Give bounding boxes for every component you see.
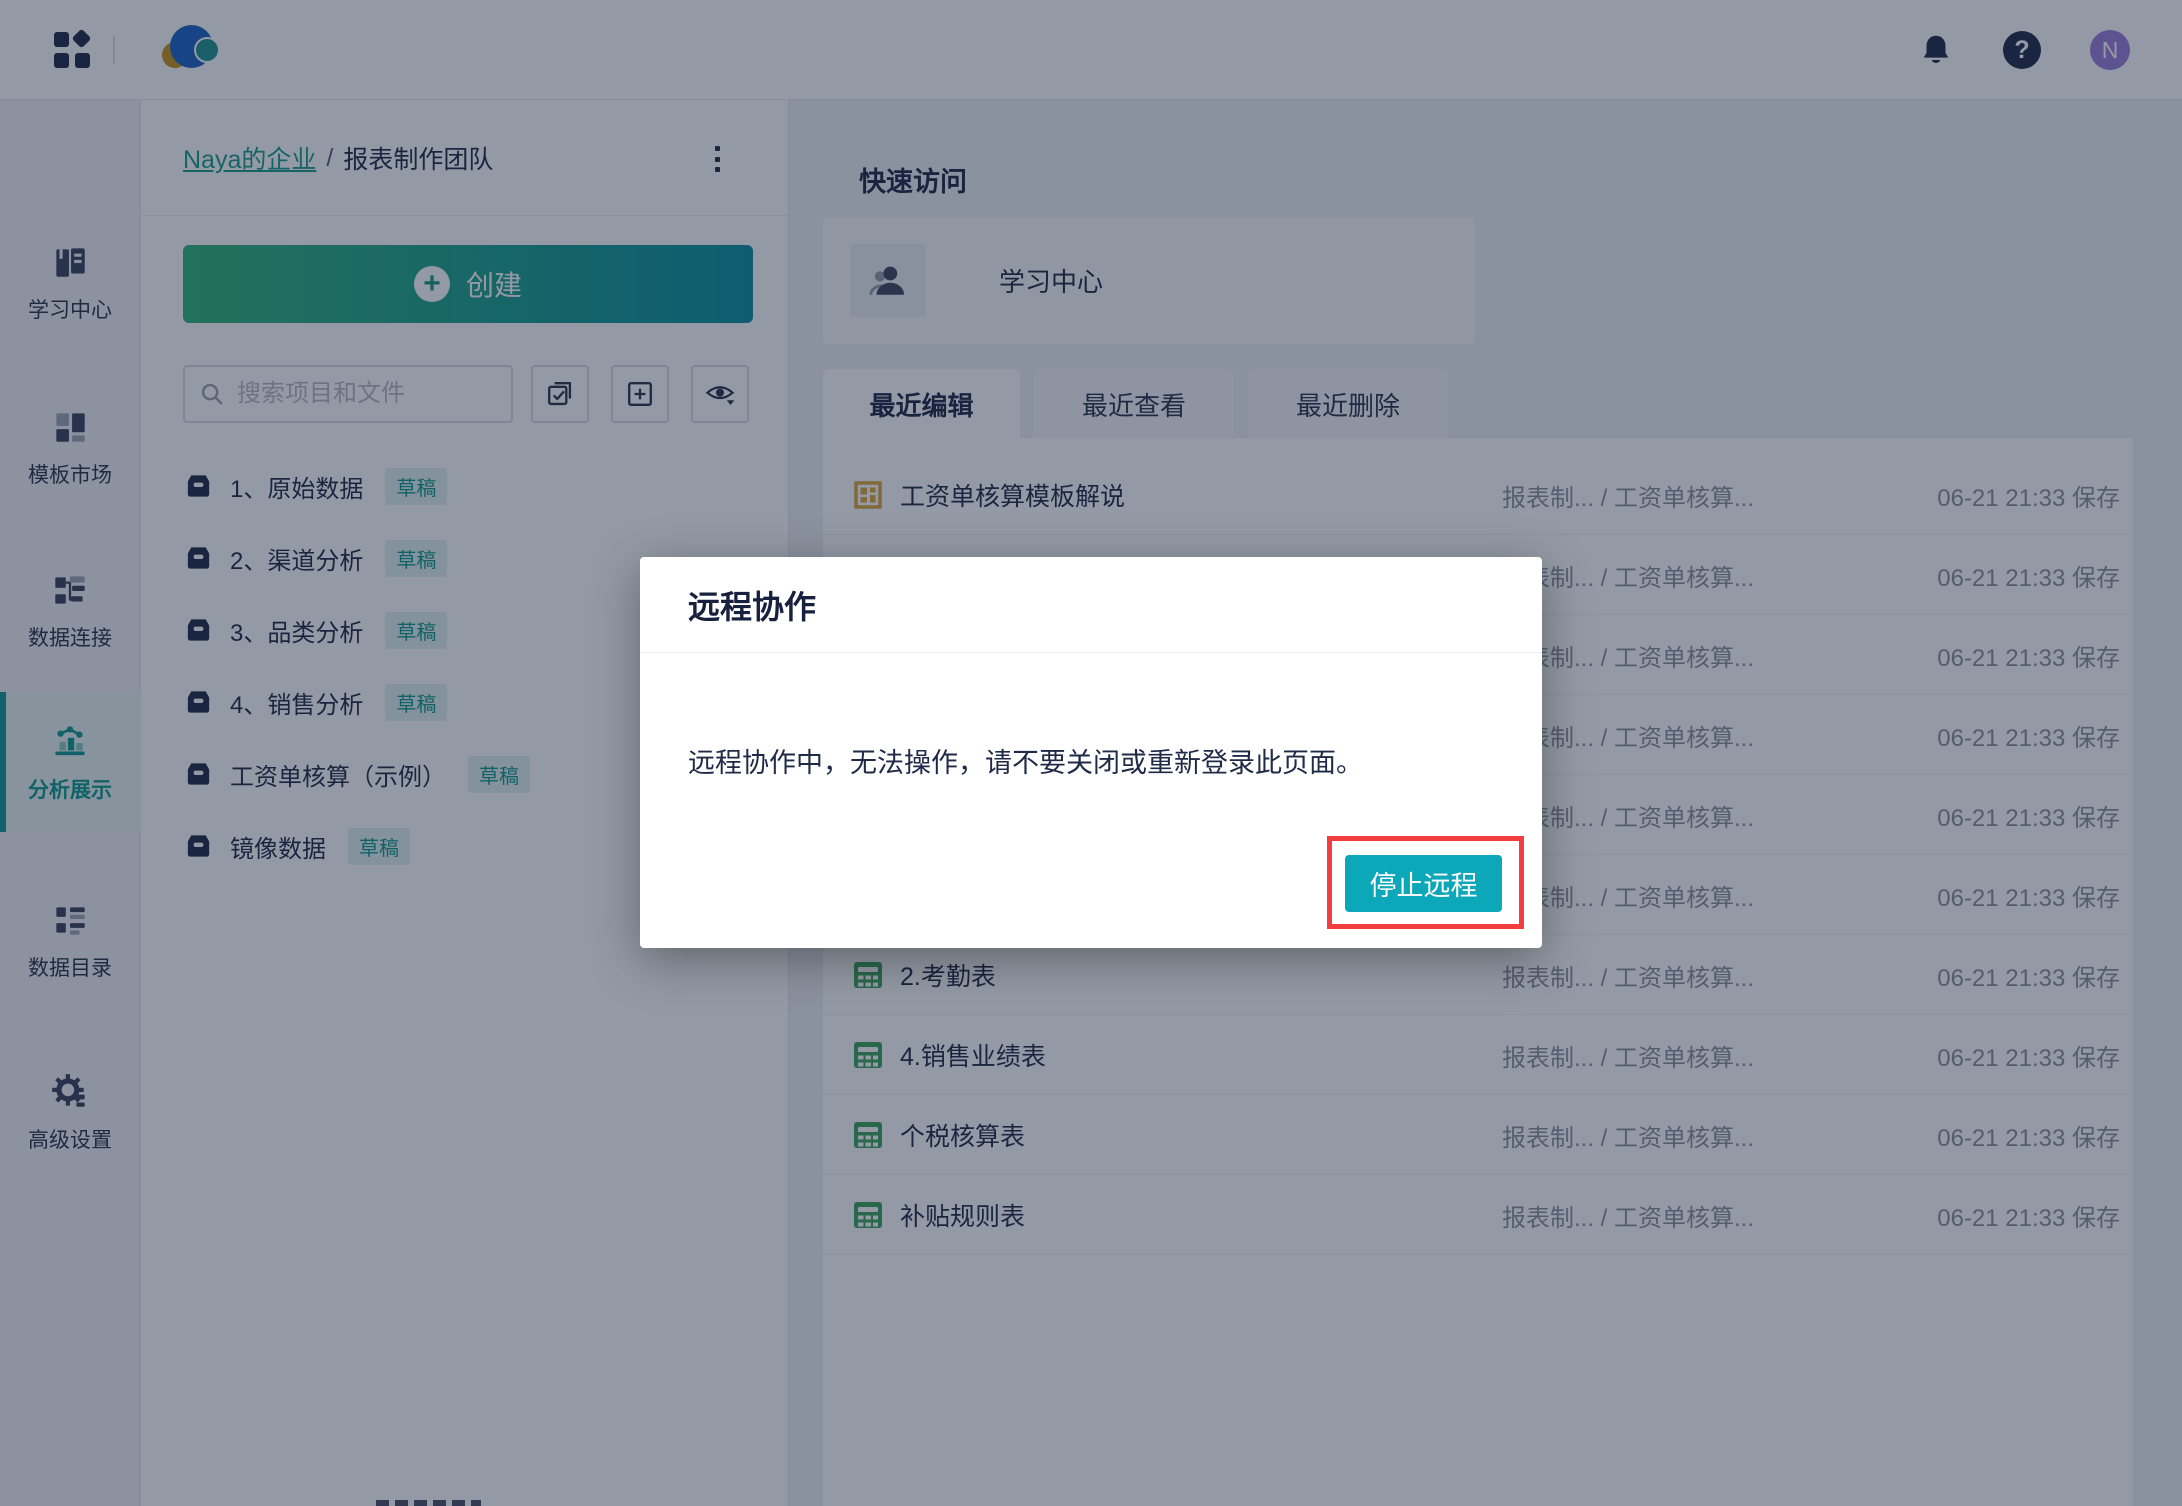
modal-body-text: 远程协作中，无法操作，请不要关闭或重新登录此页面。 [688, 741, 1363, 780]
app-root: ? N 学习中心模板市场数据连接分析展示数据目录高级设置推广奖励 Naya的企业… [0, 0, 2182, 1506]
remote-collaboration-modal: 远程协作 远程协作中，无法操作，请不要关闭或重新登录此页面。 停止远程 [640, 557, 1542, 948]
modal-title: 远程协作 [688, 582, 816, 628]
stop-remote-button[interactable]: 停止远程 [1345, 855, 1502, 912]
stop-remote-button-label: 停止远程 [1370, 864, 1478, 903]
modal-header: 远程协作 [640, 557, 1542, 653]
